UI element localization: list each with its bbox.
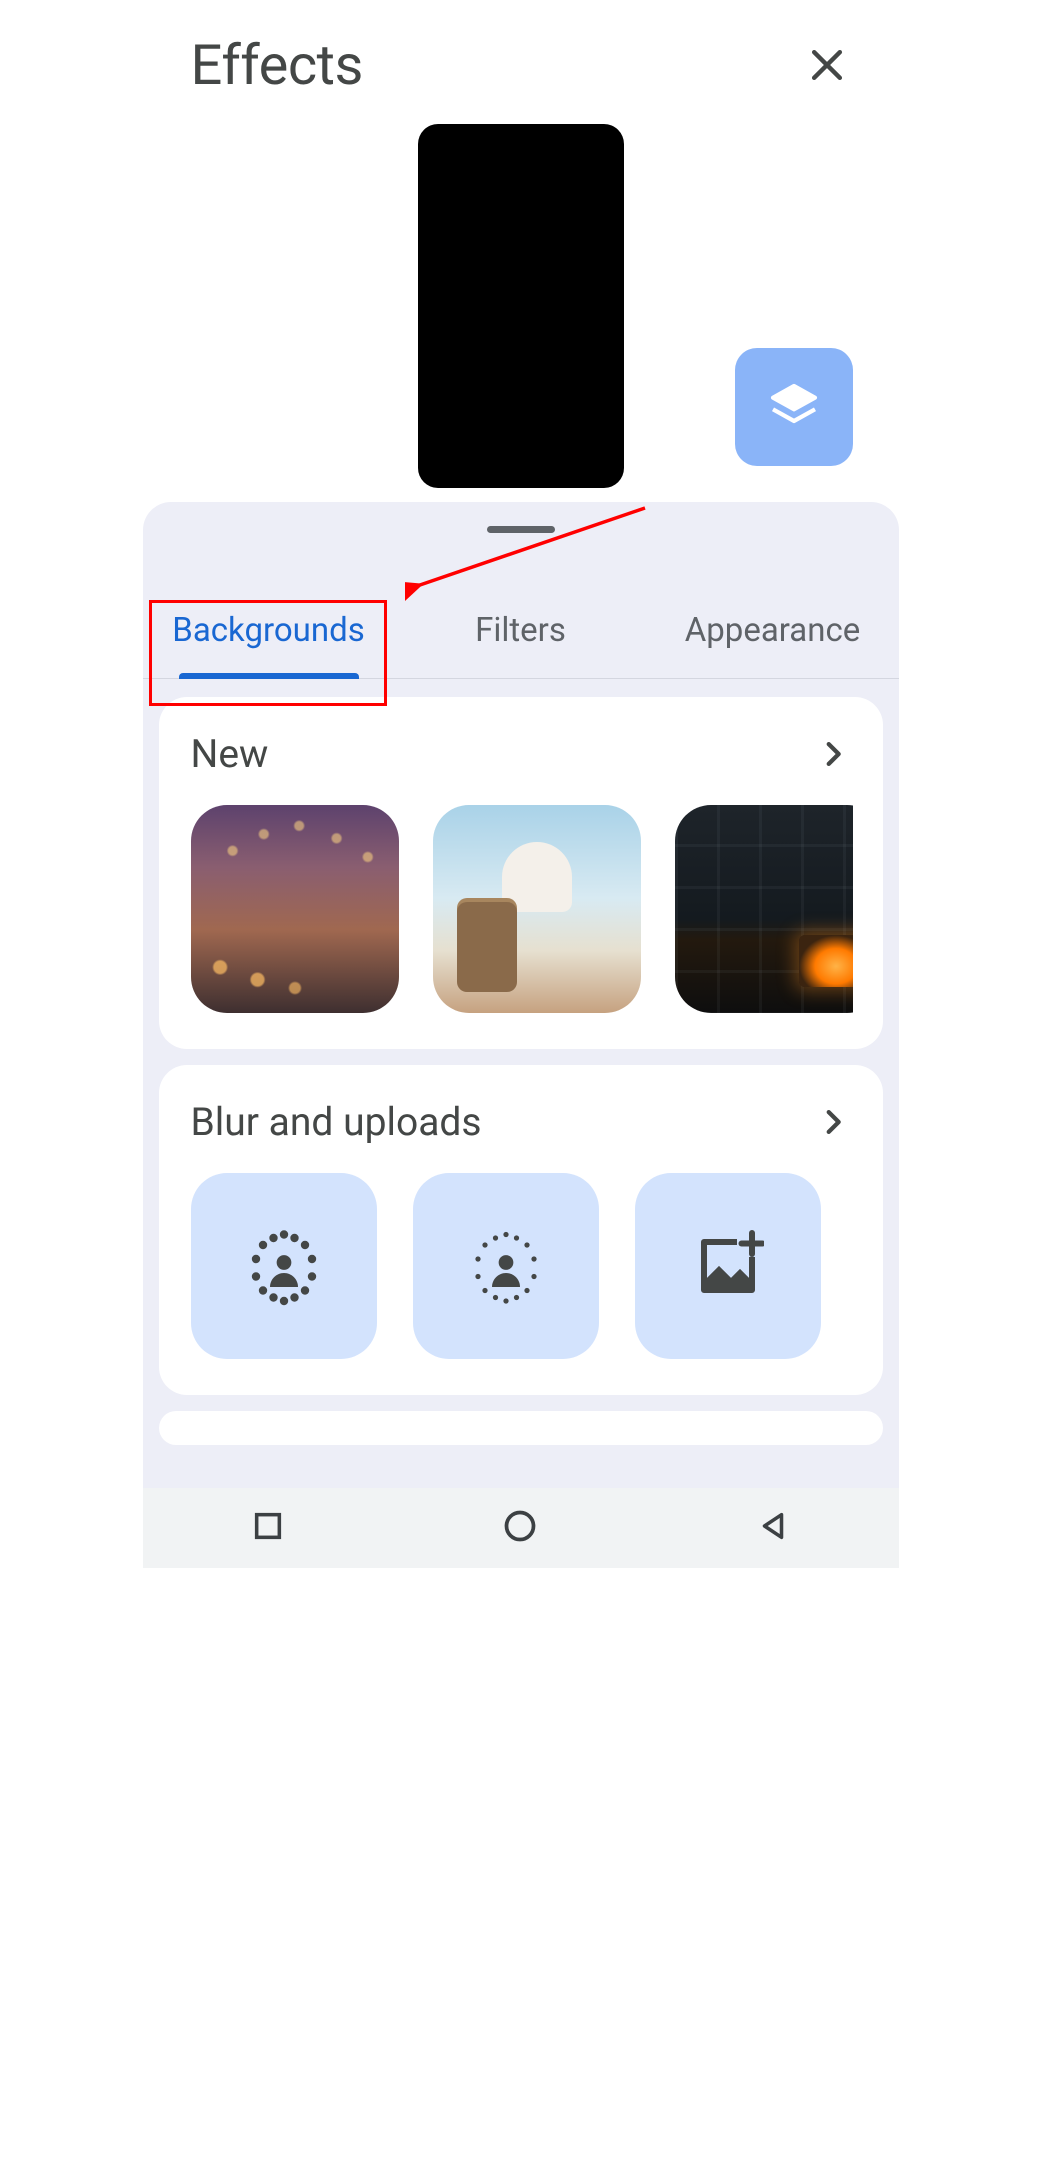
square-icon (251, 1509, 285, 1543)
expand-new-button[interactable] (813, 734, 853, 774)
system-nav-bar (143, 1488, 899, 1568)
drag-handle[interactable] (487, 526, 555, 533)
expand-blur-button[interactable] (813, 1102, 853, 1142)
effects-screen: Effects Backgrounds Filters Appearance (143, 0, 899, 1568)
tab-backgrounds[interactable]: Backgrounds (143, 595, 395, 678)
section-title-new: New (191, 731, 269, 777)
section-title-blur: Blur and uploads (191, 1099, 482, 1145)
sections: New Blur and uploads (143, 679, 899, 1445)
preview-area (143, 108, 899, 502)
tabs: Backgrounds Filters Appearance (143, 595, 899, 679)
section-header: Blur and uploads (191, 1099, 853, 1145)
tab-filters[interactable]: Filters (395, 595, 647, 678)
circle-icon (502, 1508, 538, 1544)
triangle-back-icon (756, 1509, 790, 1543)
section-header: New (191, 731, 853, 777)
chevron-right-icon (816, 1105, 850, 1139)
nav-home-button[interactable] (502, 1508, 538, 1548)
section-blur-uploads: Blur and uploads (159, 1065, 883, 1395)
effects-sheet: Backgrounds Filters Appearance New (143, 502, 899, 1488)
header: Effects (143, 0, 899, 108)
video-preview (418, 124, 624, 488)
tab-appearance[interactable]: Appearance (647, 595, 899, 678)
nav-back-button[interactable] (756, 1509, 790, 1547)
blur-strong-option[interactable] (191, 1173, 377, 1359)
chevron-right-icon (816, 737, 850, 771)
page-title: Effects (191, 32, 363, 98)
blur-light-icon (464, 1224, 548, 1308)
background-thumb[interactable] (675, 805, 853, 1013)
blur-light-option[interactable] (413, 1173, 599, 1359)
background-thumb[interactable] (191, 805, 399, 1013)
blur-options (191, 1173, 853, 1359)
nav-recents-button[interactable] (251, 1509, 285, 1547)
background-thumb[interactable] (433, 805, 641, 1013)
new-thumbnails (191, 805, 853, 1013)
close-icon (805, 43, 849, 87)
layers-icon (766, 379, 822, 435)
blur-strong-icon (242, 1224, 326, 1308)
annotation-arrow (405, 506, 655, 606)
layers-button[interactable] (735, 348, 853, 466)
upload-image-option[interactable] (635, 1173, 821, 1359)
upload-image-icon (692, 1230, 764, 1302)
section-next-partial (159, 1411, 883, 1445)
section-new: New (159, 697, 883, 1049)
close-button[interactable] (799, 37, 855, 93)
